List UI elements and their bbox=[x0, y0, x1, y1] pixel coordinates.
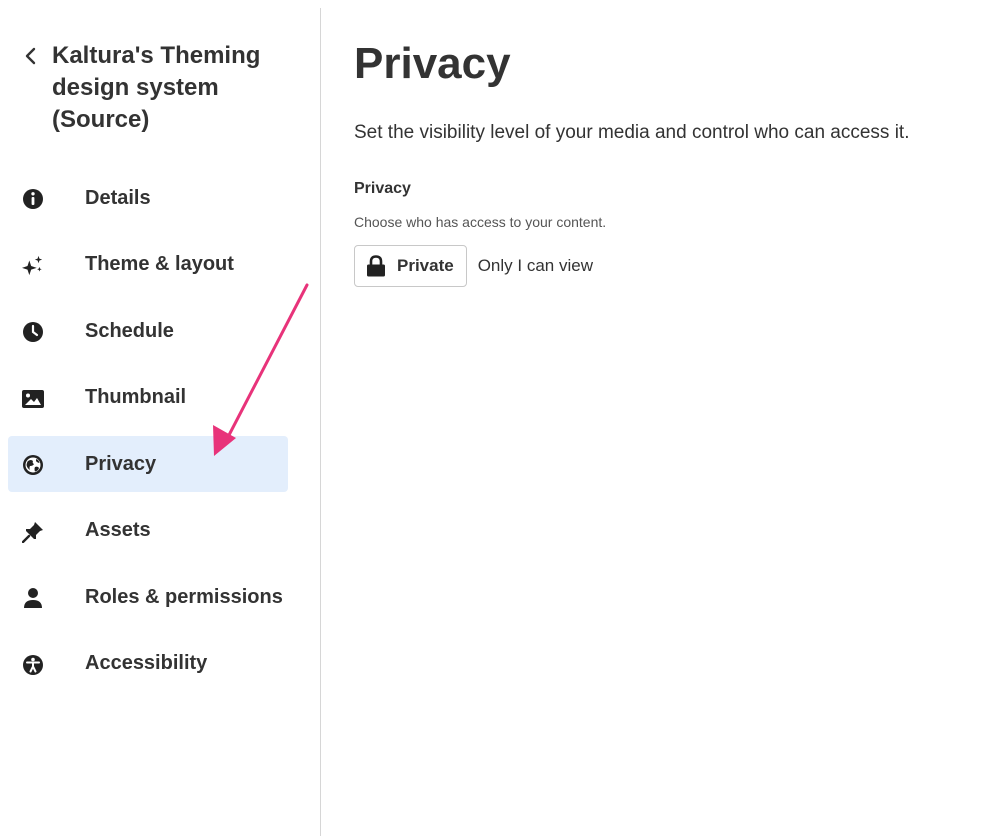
sidebar-header: Kaltura's Theming design system (Source) bbox=[24, 40, 314, 136]
sidebar-item-details[interactable]: Details bbox=[8, 170, 288, 226]
sidebar-item-theme-layout[interactable]: Theme & layout bbox=[8, 237, 288, 293]
sidebar-item-label: Assets bbox=[85, 519, 151, 541]
privacy-level-label: Private bbox=[397, 256, 454, 275]
sidebar-item-label: Roles & permissions bbox=[85, 585, 283, 608]
page: Kaltura's Theming design system (Source)… bbox=[0, 0, 987, 836]
sidebar: Kaltura's Theming design system (Source)… bbox=[0, 0, 320, 836]
privacy-section-help: Choose who has access to your content. bbox=[354, 214, 607, 230]
sidebar-item-label: Thumbnail bbox=[85, 386, 187, 408]
sidebar-item-privacy[interactable]: Privacy bbox=[8, 436, 288, 492]
sidebar-item-roles-permissions[interactable]: Roles & permissions bbox=[8, 569, 288, 625]
back-button[interactable] bbox=[24, 40, 52, 72]
sidebar-item-schedule[interactable]: Schedule bbox=[8, 303, 288, 359]
sidebar-item-label: Details bbox=[85, 186, 151, 209]
privacy-level-description: Only I can view bbox=[477, 256, 593, 275]
lock-icon bbox=[365, 254, 387, 278]
info-circle-icon bbox=[22, 188, 44, 210]
sidebar-divider bbox=[320, 8, 321, 836]
sidebar-nav: Details Theme & layout Schedule Thumbnai… bbox=[8, 170, 288, 702]
sidebar-item-label: Theme & layout bbox=[85, 253, 234, 275]
privacy-setting-row: Private Only I can view bbox=[354, 245, 593, 287]
chevron-left-icon bbox=[25, 47, 36, 65]
privacy-section-label: Privacy bbox=[354, 180, 411, 197]
sidebar-item-assets[interactable]: Assets bbox=[8, 503, 288, 559]
sidebar-item-label: Schedule bbox=[85, 319, 174, 342]
sidebar-item-accessibility[interactable]: Accessibility bbox=[8, 636, 288, 692]
user-icon bbox=[22, 587, 44, 609]
sparkles-icon bbox=[22, 255, 44, 277]
clock-icon bbox=[22, 321, 44, 343]
globe-icon bbox=[22, 454, 44, 476]
pin-icon bbox=[22, 521, 44, 543]
page-subtitle: Set the visibility level of your media a… bbox=[354, 122, 910, 143]
image-icon bbox=[22, 388, 44, 410]
sidebar-title: Kaltura's Theming design system (Source) bbox=[52, 42, 261, 133]
privacy-level-button[interactable]: Private bbox=[354, 245, 467, 287]
sidebar-item-label: Accessibility bbox=[85, 652, 208, 674]
sidebar-item-label: Privacy bbox=[85, 452, 157, 475]
page-title: Privacy bbox=[354, 39, 511, 88]
accessibility-icon bbox=[22, 654, 44, 676]
sidebar-item-thumbnail[interactable]: Thumbnail bbox=[8, 370, 288, 426]
